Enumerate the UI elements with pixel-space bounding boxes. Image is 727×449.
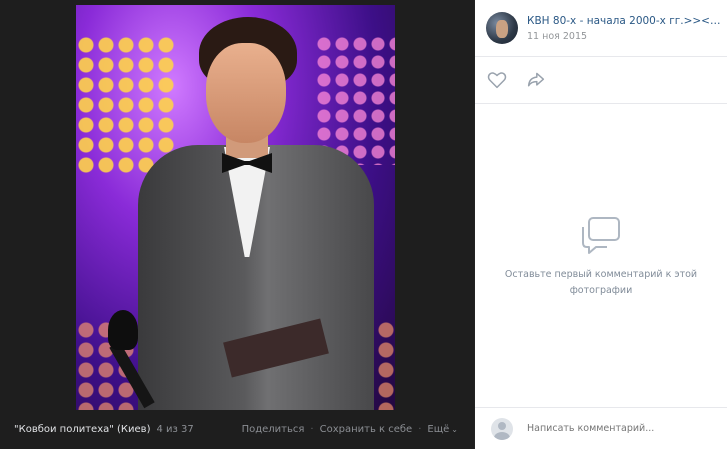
photo-caption: "Ковбои политеха" (Киев) 4 из 37 <box>14 424 194 435</box>
microphone <box>108 310 138 350</box>
heart-icon[interactable] <box>487 71 507 89</box>
person-head <box>206 43 286 143</box>
photo-viewer: "Ковбои политеха" (Киев) 4 из 37 Поделить… <box>0 0 474 449</box>
empty-comments: Оставьте первый комментарий к этой фотог… <box>475 215 727 299</box>
photo-actions: Поделиться · Сохранить к себе · Ещё ⌄ <box>242 424 458 435</box>
empty-comments-text: Оставьте первый комментарий к этой фотог… <box>504 269 698 296</box>
comment-input[interactable] <box>527 423 707 434</box>
more-menu[interactable]: Ещё ⌄ <box>427 424 458 435</box>
post-date[interactable]: 11 ноя 2015 <box>527 31 722 42</box>
share-link[interactable]: Поделиться <box>242 424 305 435</box>
stage-lights-left <box>76 35 176 175</box>
comment-bubble-icon <box>579 215 623 255</box>
post-header-text: КВН 80-х - начала 2000-х гг.>><<Зо... 11… <box>527 15 722 42</box>
more-label: Ещё <box>427 424 450 435</box>
separator: · <box>310 424 314 435</box>
reaction-bar <box>475 57 727 104</box>
community-avatar[interactable] <box>486 12 518 44</box>
post-header: КВН 80-х - начала 2000-х гг.>><<Зо... 11… <box>475 0 727 57</box>
share-arrow-icon[interactable] <box>526 71 546 89</box>
user-avatar <box>491 417 513 440</box>
caption-text: "Ковбои политеха" (Киев) <box>14 424 151 435</box>
photo[interactable] <box>76 5 395 410</box>
chevron-down-icon: ⌄ <box>451 425 458 434</box>
community-title-link[interactable]: КВН 80-х - начала 2000-х гг.>><<Зо... <box>527 15 722 27</box>
photo-counter: 4 из 37 <box>156 424 194 435</box>
save-link[interactable]: Сохранить к себе <box>320 424 413 435</box>
side-panel: КВН 80-х - начала 2000-х гг.>><<Зо... 11… <box>475 0 727 449</box>
separator: · <box>418 424 422 435</box>
comment-composer <box>475 407 727 449</box>
